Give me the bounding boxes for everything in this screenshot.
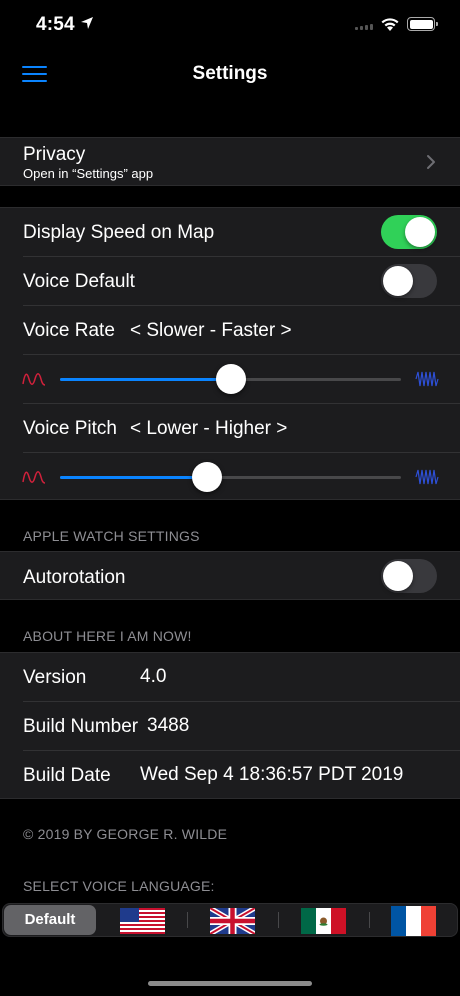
privacy-label: Privacy	[23, 144, 86, 165]
battery-icon	[407, 17, 438, 31]
privacy-row[interactable]: Privacy Open in “Settings” app	[0, 138, 460, 187]
language-uk-segment[interactable]	[189, 905, 277, 935]
voice-pitch-hint: < Lower - Higher >	[130, 418, 288, 439]
build-date-row: Build Date Wed Sep 4 18:36:57 PDT 2019	[0, 751, 460, 799]
voice-settings-group: Display Speed on Map Voice Default Voice…	[0, 207, 460, 500]
voice-pitch-track	[60, 462, 401, 492]
voice-language-header: SELECT VOICE LANGUAGE:	[23, 878, 215, 894]
cellular-signal-icon	[355, 24, 373, 30]
voice-pitch-slider-thumb[interactable]	[191, 462, 222, 492]
voice-rate-row: Voice Rate < Slower - Faster >	[0, 306, 460, 354]
chevron-right-icon	[427, 155, 435, 169]
france-flag-icon	[391, 906, 436, 936]
voice-rate-fill	[60, 378, 231, 381]
navigation-bar: Settings	[0, 50, 460, 98]
mexico-flag-icon	[301, 908, 346, 934]
apple-watch-group: Autorotation	[0, 551, 460, 600]
status-bar: 4:54	[0, 0, 460, 50]
version-row: Version 4.0	[0, 653, 460, 701]
language-mexico-segment[interactable]	[280, 905, 368, 935]
version-value: 4.0	[140, 666, 167, 687]
voice-pitch-slider-row	[0, 453, 460, 501]
build-number-label: Build Number	[23, 716, 139, 737]
build-date-value: Wed Sep 4 18:36:57 PDT 2019	[140, 764, 404, 785]
uk-flag-icon	[210, 908, 255, 934]
display-speed-toggle[interactable]	[381, 215, 437, 249]
location-arrow-icon	[81, 17, 93, 29]
voice-rate-hint: < Slower - Faster >	[130, 320, 292, 341]
page-title: Settings	[192, 63, 268, 84]
home-indicator[interactable]	[148, 981, 312, 986]
build-date-label: Build Date	[23, 765, 111, 786]
voice-rate-slider-thumb[interactable]	[215, 364, 246, 394]
us-flag-icon	[120, 908, 165, 934]
autorotation-label: Autorotation	[23, 567, 126, 588]
apple-watch-header: APPLE WATCH SETTINGS	[23, 528, 200, 544]
high-frequency-wave-icon	[415, 371, 439, 387]
low-frequency-wave-icon	[22, 471, 46, 484]
voice-default-toggle[interactable]	[381, 264, 437, 298]
voice-rate-slider-row	[0, 355, 460, 403]
display-speed-label: Display Speed on Map	[23, 222, 215, 243]
voice-rate-label: Voice Rate	[23, 320, 115, 341]
language-france-segment[interactable]	[371, 905, 457, 936]
voice-pitch-label: Voice Pitch	[23, 418, 117, 439]
privacy-group: Privacy Open in “Settings” app	[0, 137, 460, 186]
copyright-text: © 2019 BY GEORGE R. WILDE	[23, 826, 228, 842]
voice-pitch-fill	[60, 476, 207, 479]
about-header: ABOUT HERE I AM NOW!	[23, 628, 192, 644]
build-number-row: Build Number 3488	[0, 702, 460, 750]
build-number-value: 3488	[147, 715, 190, 736]
autorotation-row: Autorotation	[0, 552, 460, 600]
autorotation-toggle[interactable]	[381, 559, 437, 593]
voice-default-row: Voice Default	[0, 257, 460, 305]
wifi-icon	[381, 18, 399, 31]
voice-pitch-row: Voice Pitch < Lower - Higher >	[0, 404, 460, 452]
status-time: 4:54	[36, 14, 75, 35]
language-default-segment[interactable]: Default	[4, 905, 96, 935]
version-label: Version	[23, 667, 87, 688]
voice-language-selector: Default	[2, 903, 458, 937]
display-speed-row: Display Speed on Map	[0, 208, 460, 256]
about-group: Version 4.0 Build Number 3488 Build Date…	[0, 652, 460, 799]
low-frequency-wave-icon	[22, 373, 46, 386]
voice-default-label: Voice Default	[23, 271, 135, 292]
high-frequency-wave-icon	[415, 469, 439, 485]
voice-rate-track	[60, 364, 401, 394]
language-us-segment[interactable]	[100, 905, 186, 935]
privacy-sublabel: Open in “Settings” app	[23, 166, 154, 181]
